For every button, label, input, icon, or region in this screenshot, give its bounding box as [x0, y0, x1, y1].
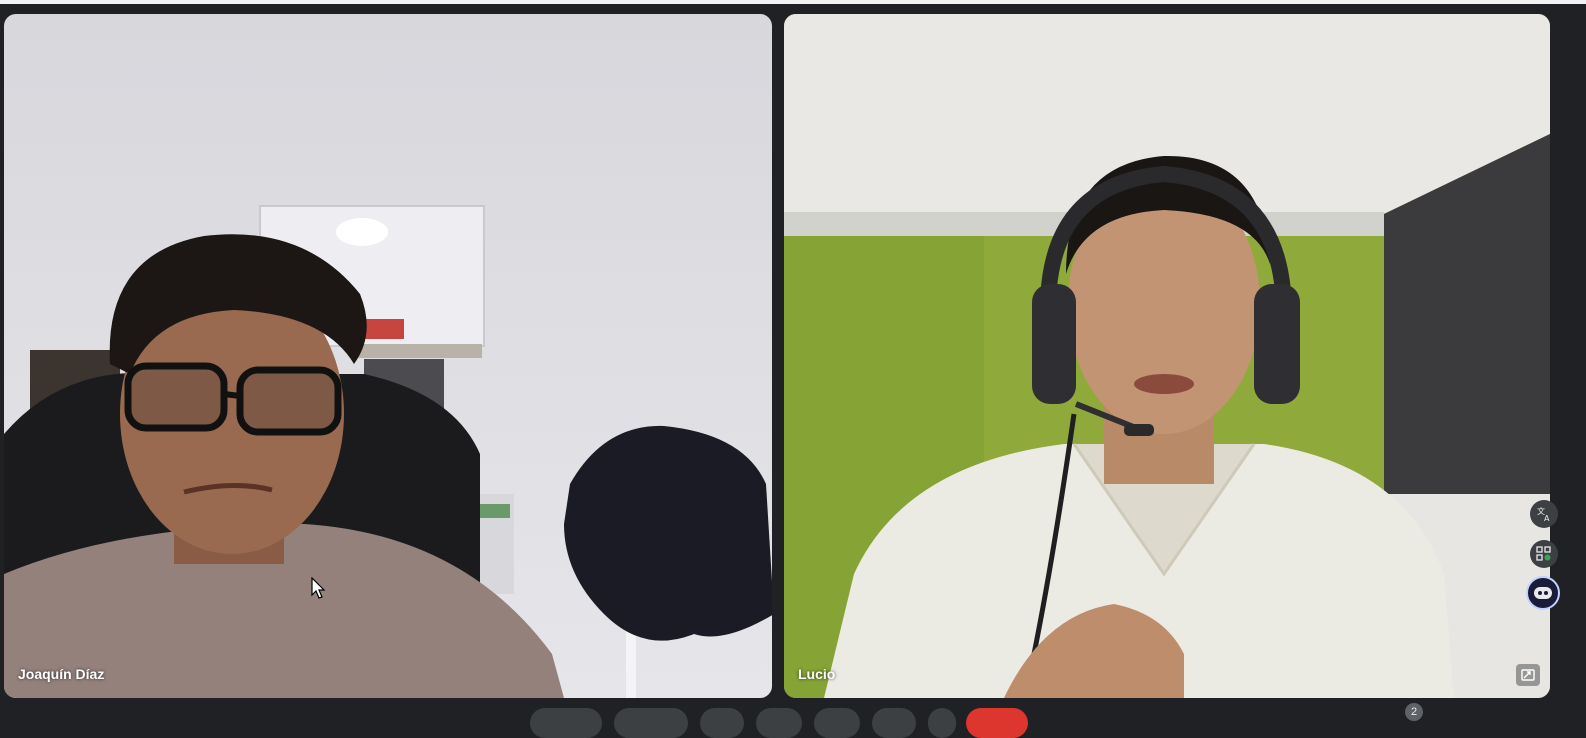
end-call-button[interactable]: [966, 708, 1028, 738]
captions-button[interactable]: [700, 708, 744, 738]
picture-in-picture-button[interactable]: [1516, 664, 1540, 686]
camera-button[interactable]: [614, 708, 688, 738]
apps-button[interactable]: [1530, 540, 1558, 568]
picture-in-picture-icon: [1521, 669, 1535, 681]
more-options-button[interactable]: [928, 708, 956, 738]
video-feed-lucio: [784, 14, 1550, 698]
participant-count-badge: 2: [1405, 703, 1423, 721]
participant-name-label: Joaquín Díaz: [18, 666, 105, 682]
apps-icon: [1536, 546, 1551, 561]
gemini-assistant-button[interactable]: [1526, 576, 1560, 610]
participant-tile-joaquin[interactable]: Joaquín Díaz: [4, 14, 772, 698]
translate-icon: 文 A: [1537, 506, 1550, 522]
reactions-button[interactable]: [756, 708, 802, 738]
raise-hand-button[interactable]: [872, 708, 916, 738]
microphone-button[interactable]: [530, 708, 602, 738]
cursor-pointer: [311, 577, 326, 599]
svg-text:A: A: [1544, 514, 1550, 522]
gemini-assistant-icon: [1534, 587, 1552, 599]
top-edge: [0, 0, 1586, 4]
video-feed-joaquin: [4, 14, 772, 698]
translate-button[interactable]: 文 A: [1530, 500, 1558, 528]
participant-tile-lucio[interactable]: Lucio: [784, 14, 1550, 698]
participant-name-label: Lucio: [798, 666, 836, 682]
present-button[interactable]: [814, 708, 860, 738]
